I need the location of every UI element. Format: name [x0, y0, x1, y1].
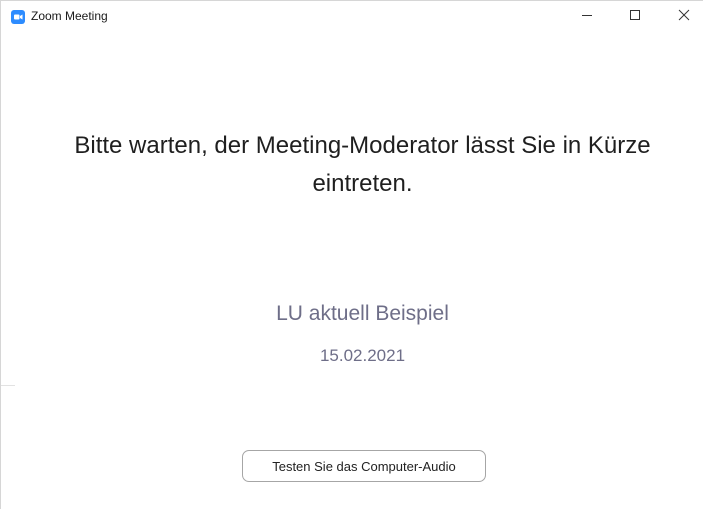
window-title: Zoom Meeting	[31, 9, 108, 23]
maximize-button[interactable]	[612, 1, 658, 33]
divider	[1, 385, 15, 386]
waiting-room-message: Bitte warten, der Meeting-Moderator läss…	[74, 132, 651, 197]
zoom-app-icon	[11, 10, 25, 24]
zoom-meeting-window: Zoom Meeting Bitte warten, der Meeting-M…	[0, 0, 703, 509]
meeting-title: LU aktuell Beispiel	[276, 302, 449, 325]
meeting-date: 15.02.2021	[319, 346, 406, 365]
close-icon	[678, 8, 690, 26]
close-button[interactable]	[661, 1, 703, 33]
minimize-icon	[581, 8, 593, 26]
minimize-button[interactable]	[564, 1, 610, 33]
title-bar[interactable]: Zoom Meeting	[1, 1, 703, 33]
test-computer-audio-button[interactable]: Testen Sie das Computer-Audio	[242, 450, 486, 482]
maximize-icon	[629, 8, 641, 26]
